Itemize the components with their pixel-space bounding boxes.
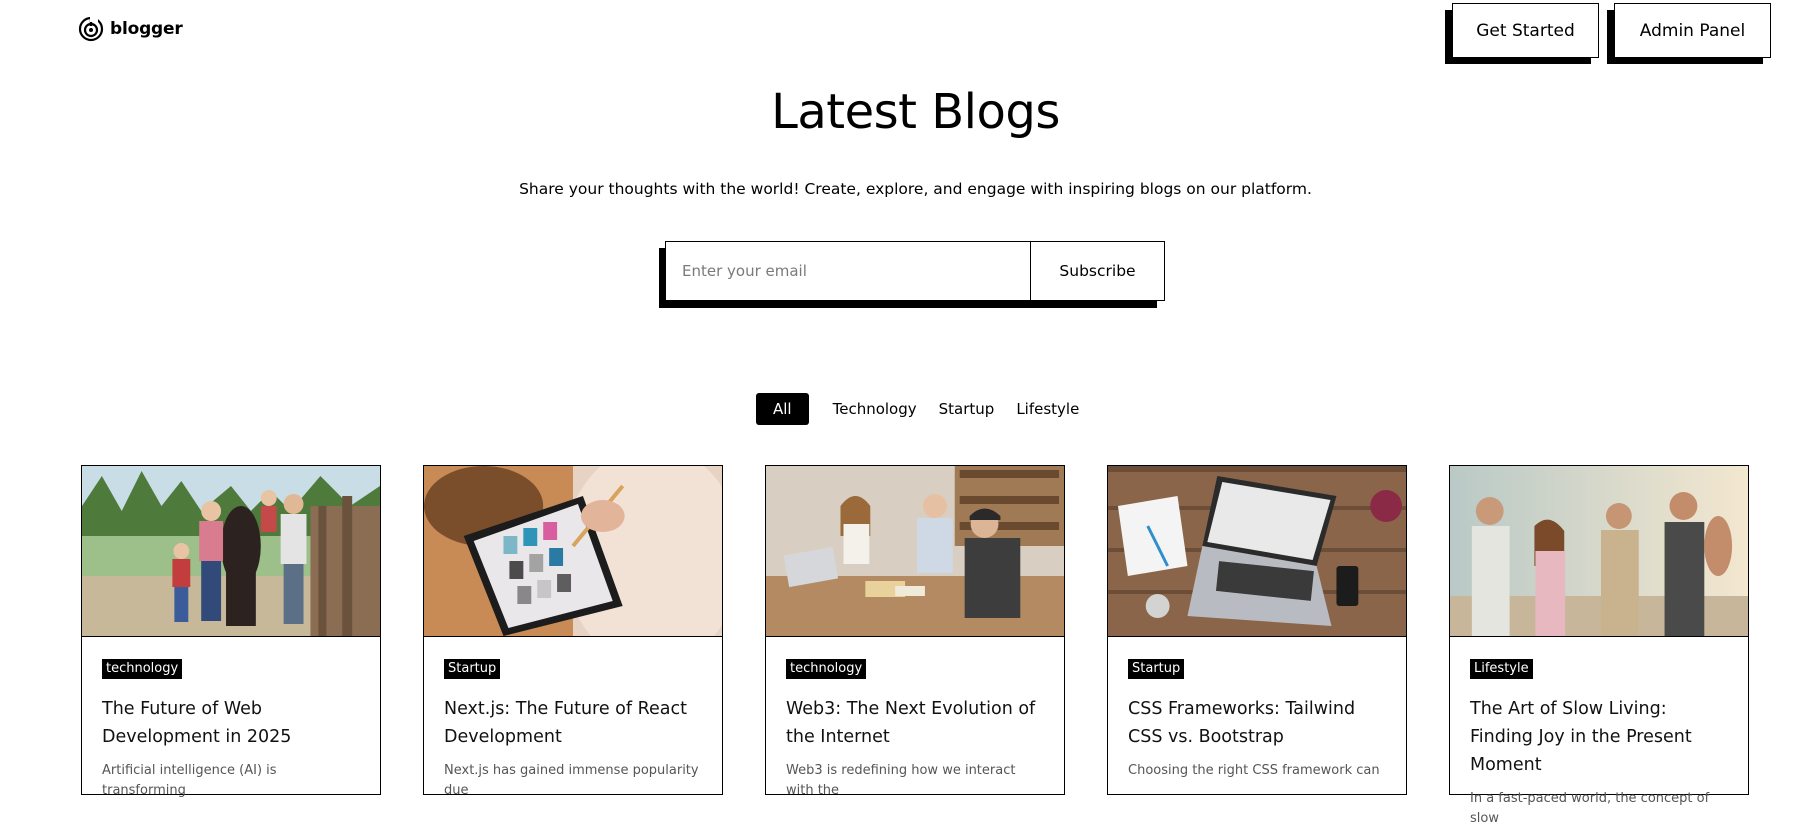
tablet-drawing-photo <box>424 466 722 637</box>
blog-title[interactable]: The Future of Web Development in 2025 <box>102 695 360 751</box>
blog-card[interactable]: technology The Future of Web Development… <box>81 465 381 798</box>
category-badge: technology <box>786 659 867 679</box>
page-title: Latest Blogs <box>771 84 1060 140</box>
friends-sunset-photo <box>1450 466 1748 637</box>
blog-excerpt: Next.js has gained immense popularity du… <box>444 763 699 798</box>
blog-excerpt: Choosing the right CSS framework can <box>1128 763 1380 778</box>
brand-logo[interactable]: blogger <box>78 16 183 42</box>
blog-card[interactable]: technology Web3: The Next Evolution of t… <box>765 465 1065 798</box>
blogger-logo-icon <box>78 16 104 42</box>
category-filters: All Technology Startup Lifestyle <box>756 393 1091 425</box>
blog-card[interactable]: Lifestyle The Art of Slow Living: Findin… <box>1449 465 1749 826</box>
blog-excerpt: Web3 is redefining how we interact with … <box>786 763 1016 798</box>
admin-panel-button[interactable]: Admin Panel <box>1614 3 1771 58</box>
page-subtitle: Share your thoughts with the world! Crea… <box>519 180 1312 198</box>
email-input[interactable] <box>666 242 1030 300</box>
blog-title[interactable]: The Art of Slow Living: Finding Joy in t… <box>1470 695 1728 779</box>
family-with-horse-photo <box>82 466 380 637</box>
blog-excerpt: In a fast-paced world, the concept of sl… <box>1470 791 1710 826</box>
blog-list: technology The Future of Web Development… <box>81 465 1751 826</box>
blog-card[interactable]: Startup Next.js: The Future of React Dev… <box>423 465 723 798</box>
category-badge: Lifestyle <box>1470 659 1533 679</box>
subscribe-form: Subscribe <box>665 241 1165 301</box>
blog-card[interactable]: Startup CSS Frameworks: Tailwind CSS vs.… <box>1107 465 1407 795</box>
filter-lifestyle[interactable]: Lifestyle <box>1004 393 1091 425</box>
filter-startup[interactable]: Startup <box>927 393 1007 425</box>
category-badge: technology <box>102 659 183 679</box>
brand-name: blogger <box>110 19 183 39</box>
category-badge: Startup <box>1128 659 1185 679</box>
laptop-desk-photo <box>1108 466 1406 637</box>
team-meeting-photo <box>766 466 1064 637</box>
blog-excerpt: Artificial intelligence (AI) is transfor… <box>102 763 277 798</box>
blog-title[interactable]: CSS Frameworks: Tailwind CSS vs. Bootstr… <box>1128 695 1386 751</box>
blog-title[interactable]: Web3: The Next Evolution of the Internet <box>786 695 1044 751</box>
blog-title[interactable]: Next.js: The Future of React Development <box>444 695 702 751</box>
subscribe-button[interactable]: Subscribe <box>1030 242 1164 300</box>
filter-technology[interactable]: Technology <box>821 393 929 425</box>
category-badge: Startup <box>444 659 501 679</box>
filter-all[interactable]: All <box>756 393 809 425</box>
get-started-button[interactable]: Get Started <box>1452 3 1599 58</box>
